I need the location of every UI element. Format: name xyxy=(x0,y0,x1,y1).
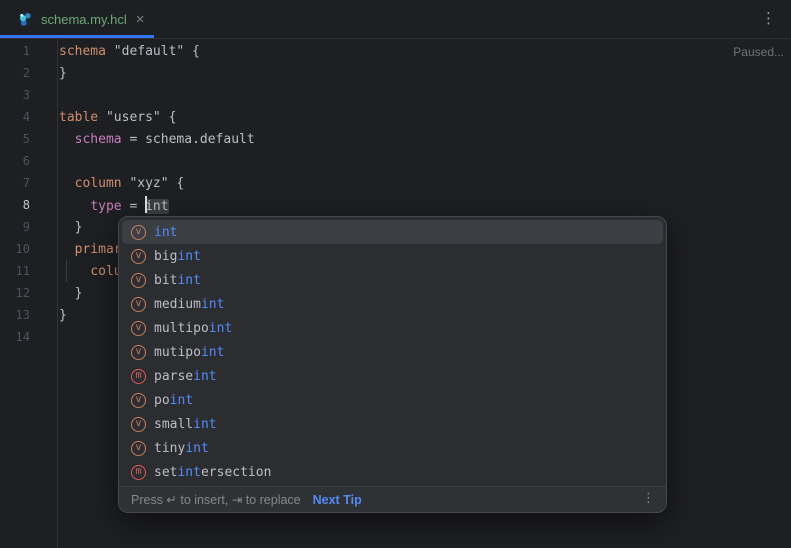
variable-icon: v xyxy=(131,272,146,288)
line-number: 1 xyxy=(22,44,30,58)
code-line: 2} xyxy=(0,62,791,84)
completion-item-label: multipoint xyxy=(154,320,233,336)
completion-item[interactable]: v smallint xyxy=(122,412,663,436)
completion-item[interactable]: v int xyxy=(122,220,663,244)
code-line-text: } xyxy=(59,65,67,81)
variable-icon: v xyxy=(131,296,146,312)
line-number: 4 xyxy=(22,110,30,124)
completion-item-label: point xyxy=(154,392,194,408)
completion-item-label: smallint xyxy=(154,416,217,432)
text-caret xyxy=(145,196,148,213)
completion-popup: v int v bigint v bitint v mediumint v multipoint v… xyxy=(118,216,667,513)
completion-item[interactable]: v point xyxy=(122,388,663,412)
completion-item-label: mediumint xyxy=(154,296,225,312)
code-line-text: } xyxy=(59,285,83,301)
line-number: 3 xyxy=(22,88,30,102)
completion-list: v int v bigint v bitint v mediumint v multipoint v… xyxy=(119,217,666,486)
code-line: 5 schema = schema.default xyxy=(0,128,791,150)
completion-item-label: bitint xyxy=(154,272,201,288)
completion-item-label: parseint xyxy=(154,368,217,384)
code-line: 8 type = int xyxy=(0,194,791,216)
tab-close-icon[interactable]: × xyxy=(136,12,145,27)
code-line: 7 column "xyz" { xyxy=(0,172,791,194)
code-line-text: primar xyxy=(74,241,122,257)
line-number: 6 xyxy=(22,154,30,168)
completion-item-label: bigint xyxy=(154,248,201,264)
line-number: 5 xyxy=(22,132,30,146)
completion-footer: Press ↵ to insert, ⇥ to replace Next Tip… xyxy=(119,486,666,512)
completion-item-label: tinyint xyxy=(154,440,209,456)
method-icon: m xyxy=(131,464,146,480)
next-tip-link[interactable]: Next Tip xyxy=(313,493,362,507)
tab-title: schema.my.hcl xyxy=(41,11,127,27)
code-line-text: schema "default" { xyxy=(59,43,200,59)
line-number: 10 xyxy=(15,242,30,256)
code-line-text: } xyxy=(59,307,67,323)
line-number: 7 xyxy=(22,176,30,190)
code-line: 3 xyxy=(0,84,791,106)
completion-item[interactable]: v mutipoint xyxy=(122,340,663,364)
ide-window: schema.my.hcl × ⋮ Paused... 1 schema "def… xyxy=(0,0,791,548)
code-line-text: type = int xyxy=(59,196,169,214)
editor-tab-bar: schema.my.hcl × ⋮ xyxy=(0,0,791,39)
code-editor[interactable]: Paused... 1 schema "default" {2} 3 4 table "… xyxy=(0,39,791,548)
line-number: 12 xyxy=(15,286,30,300)
tab-schema-my-hcl[interactable]: schema.my.hcl × xyxy=(0,0,157,38)
variable-icon: v xyxy=(131,416,146,432)
code-line-text: colu xyxy=(90,263,122,279)
tab-bar-menu-icon[interactable]: ⋮ xyxy=(761,10,776,27)
variable-icon: v xyxy=(131,248,146,264)
method-icon: m xyxy=(131,368,146,384)
code-line-text: table "users" { xyxy=(59,109,177,125)
line-number: 2 xyxy=(22,66,30,80)
completion-item-label: setintersection xyxy=(154,464,272,480)
completion-item[interactable]: v mediumint xyxy=(122,292,663,316)
variable-icon: v xyxy=(131,392,146,408)
variable-icon: v xyxy=(131,344,146,360)
completion-item[interactable]: m parseint xyxy=(122,364,663,388)
hcl-file-icon xyxy=(17,11,33,27)
code-line-text: schema = schema.default xyxy=(74,131,255,147)
completion-item[interactable]: v bigint xyxy=(122,244,663,268)
code-line-text: } xyxy=(59,219,83,235)
line-number: 8 xyxy=(22,198,30,212)
completion-item[interactable]: m setintersection xyxy=(122,460,663,484)
line-number: 13 xyxy=(15,308,30,322)
line-number: 11 xyxy=(15,264,30,278)
completion-menu-icon[interactable]: ⋮ xyxy=(642,492,655,507)
variable-icon: v xyxy=(131,320,146,336)
completion-item-label: int xyxy=(154,224,178,240)
completion-hint: Press ↵ to insert, ⇥ to replace xyxy=(131,493,301,507)
completion-item[interactable]: v multipoint xyxy=(122,316,663,340)
line-number: 14 xyxy=(15,330,30,344)
variable-icon: v xyxy=(131,224,146,240)
completion-item[interactable]: v bitint xyxy=(122,268,663,292)
code-line: 4 table "users" { xyxy=(0,106,791,128)
active-tab-indicator xyxy=(0,35,154,38)
code-line: 1 schema "default" { xyxy=(0,40,791,62)
completion-item[interactable]: v tinyint xyxy=(122,436,663,460)
completion-item-label: mutipoint xyxy=(154,344,225,360)
line-number: 9 xyxy=(22,220,30,234)
variable-icon: v xyxy=(131,440,146,456)
code-line: 6 xyxy=(0,150,791,172)
code-line-text: column "xyz" { xyxy=(74,175,185,191)
